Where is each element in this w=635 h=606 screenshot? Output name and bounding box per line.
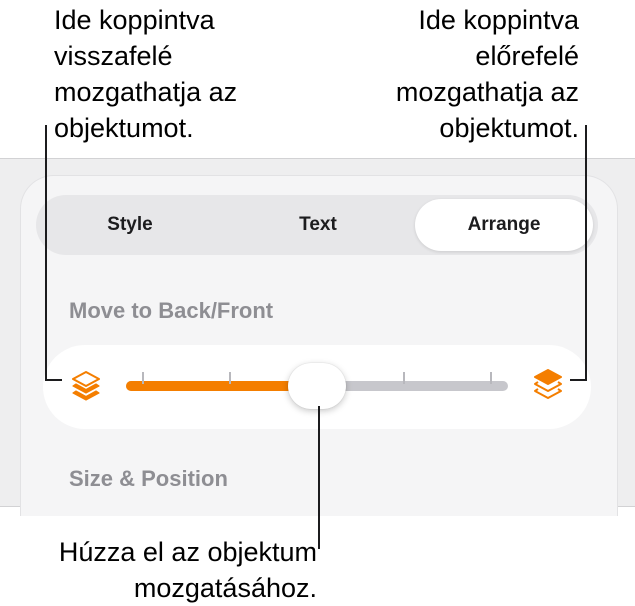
- callout-line: visszafelé: [54, 41, 173, 71]
- callout-line: mozgathatja az: [54, 77, 238, 107]
- callout-line: objektumot.: [54, 113, 194, 143]
- layers-back-icon[interactable]: [69, 370, 103, 404]
- layers-front-icon[interactable]: [531, 368, 565, 402]
- section-title-move: Move to Back/Front: [69, 298, 274, 323]
- callout-line: Ide koppintva: [418, 5, 579, 35]
- callout-line: mozgatásához.: [133, 573, 317, 603]
- tab-style[interactable]: Style: [36, 195, 224, 255]
- callout-line: előrefelé: [475, 41, 579, 71]
- leader-line-front: [585, 125, 587, 381]
- slider-tick: [229, 372, 231, 384]
- leader-line-thumb: [318, 406, 320, 549]
- callout-line: Húzza el az objektum: [58, 537, 317, 567]
- slider-tick: [403, 372, 405, 384]
- callout-move-front: Ide koppintva előrefelé mozgathatja az o…: [396, 2, 579, 146]
- callout-drag: Húzza el az objektum mozgatásához.: [59, 534, 317, 606]
- callout-move-back: Ide koppintva visszafelé mozgathatja az …: [54, 2, 237, 146]
- leader-line-back: [45, 125, 47, 381]
- callout-line: Ide koppintva: [54, 5, 215, 35]
- callout-line: mozgathatja az: [395, 77, 579, 107]
- leader-line-back: [45, 379, 62, 381]
- format-tabs: Style Text Arrange: [36, 195, 598, 255]
- tab-text[interactable]: Text: [224, 195, 412, 255]
- slider-tick: [490, 372, 492, 384]
- section-title-size: Size & Position: [69, 466, 228, 491]
- slider-thumb[interactable]: [288, 363, 346, 409]
- callout-line: objektumot.: [439, 113, 579, 143]
- leader-line-front: [570, 379, 587, 381]
- slider-tick: [142, 372, 144, 384]
- tab-arrange[interactable]: Arrange: [415, 199, 593, 251]
